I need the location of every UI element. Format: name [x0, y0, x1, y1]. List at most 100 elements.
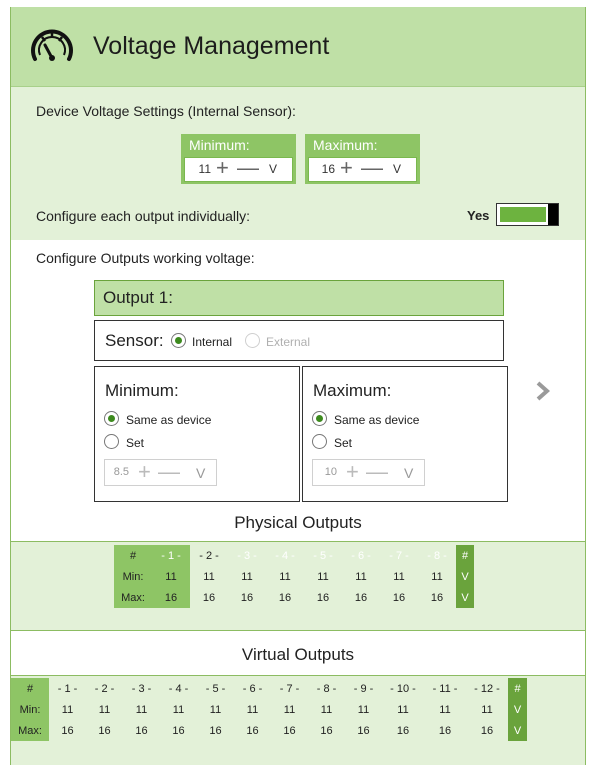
output-maximum-stepper[interactable]: 10 + — V: [312, 459, 425, 486]
virtual-header-3[interactable]: - 3 -: [123, 678, 160, 699]
physical-header-2[interactable]: - 2 -: [190, 545, 228, 566]
virtual-max-2[interactable]: 16: [86, 720, 123, 741]
virtual-header-11[interactable]: - 11 -: [424, 678, 466, 699]
virtual-header-5[interactable]: - 5 -: [197, 678, 234, 699]
physical-header-4[interactable]: - 4 -: [266, 545, 304, 566]
physical-min-2[interactable]: 11: [190, 566, 228, 587]
output-maximum-minus-button[interactable]: —: [366, 459, 388, 485]
output-minimum-same-label[interactable]: Same as device: [126, 413, 211, 427]
physical-max-8[interactable]: 16: [418, 587, 456, 608]
output-maximum-box: Maximum: Same as device Set 10 + — V: [302, 366, 508, 502]
physical-min-1[interactable]: 11: [152, 566, 190, 587]
virtual-header-4[interactable]: - 4 -: [160, 678, 197, 699]
virtual-max-10[interactable]: 16: [382, 720, 424, 741]
physical-min-3[interactable]: 11: [228, 566, 266, 587]
output-minimum-stepper[interactable]: 8.5 + — V: [104, 459, 217, 486]
virtual-min-6[interactable]: 11: [234, 699, 271, 720]
virtual-header-6[interactable]: - 6 -: [234, 678, 271, 699]
virtual-min-1[interactable]: 11: [49, 699, 86, 720]
physical-min-7[interactable]: 11: [380, 566, 418, 587]
device-minimum-field[interactable]: 11 + — V: [184, 155, 293, 182]
virtual-min-4[interactable]: 11: [160, 699, 197, 720]
virtual-min-12[interactable]: 11: [466, 699, 508, 720]
physical-max-2[interactable]: 16: [190, 587, 228, 608]
virtual-max-8[interactable]: 16: [308, 720, 345, 741]
virtual-min-11[interactable]: 11: [424, 699, 466, 720]
next-output-chevron-icon[interactable]: [536, 381, 551, 406]
output-maximum-same-label[interactable]: Same as device: [334, 413, 419, 427]
physical-min-8[interactable]: 11: [418, 566, 456, 587]
output-maximum-value[interactable]: 10: [319, 466, 337, 478]
device-maximum-field[interactable]: 16 + — V: [308, 155, 417, 182]
output-maximum-plus-button[interactable]: +: [346, 459, 359, 485]
physical-header-1[interactable]: - 1 -: [152, 545, 190, 566]
virtual-min-5[interactable]: 11: [197, 699, 234, 720]
output-minimum-plus-button[interactable]: +: [138, 459, 151, 485]
device-minimum-value[interactable]: 11: [193, 162, 211, 176]
device-maximum-value[interactable]: 16: [317, 162, 335, 176]
physical-max-1[interactable]: 16: [152, 587, 190, 608]
virtual-min-8[interactable]: 11: [308, 699, 345, 720]
output-minimum-minus-button[interactable]: —: [158, 459, 180, 485]
virtual-header-2[interactable]: - 2 -: [86, 678, 123, 699]
output-minimum-same-radio[interactable]: [104, 411, 119, 426]
virtual-max-12[interactable]: 16: [466, 720, 508, 741]
virtual-outputs-table-area: # - 1 - - 2 - - 3 - - 4 - - 5 - - 6 - - …: [11, 675, 585, 765]
virtual-min-3[interactable]: 11: [123, 699, 160, 720]
virtual-header-10[interactable]: - 10 -: [382, 678, 424, 699]
device-maximum-plus-button[interactable]: +: [340, 155, 353, 181]
physical-max-7[interactable]: 16: [380, 587, 418, 608]
virtual-max-3[interactable]: 16: [123, 720, 160, 741]
physical-min-4[interactable]: 11: [266, 566, 304, 587]
physical-header-6[interactable]: - 6 -: [342, 545, 380, 566]
virtual-min-unit: V: [508, 699, 527, 720]
physical-header-7[interactable]: - 7 -: [380, 545, 418, 566]
virtual-header-8[interactable]: - 8 -: [308, 678, 345, 699]
physical-header-3[interactable]: - 3 -: [228, 545, 266, 566]
physical-header-8[interactable]: - 8 -: [418, 545, 456, 566]
output-maximum-set-radio[interactable]: [312, 434, 327, 449]
device-minimum-plus-button[interactable]: +: [216, 155, 229, 181]
virtual-min-9[interactable]: 11: [345, 699, 382, 720]
virtual-min-10[interactable]: 11: [382, 699, 424, 720]
toggle-knob[interactable]: [548, 204, 558, 225]
physical-header-5[interactable]: - 5 -: [304, 545, 342, 566]
sensor-internal-radio[interactable]: [171, 333, 186, 348]
virtual-min-2[interactable]: 11: [86, 699, 123, 720]
virtual-max-11[interactable]: 16: [424, 720, 466, 741]
physical-min-5[interactable]: 11: [304, 566, 342, 587]
virtual-max-5[interactable]: 16: [197, 720, 234, 741]
physical-max-6[interactable]: 16: [342, 587, 380, 608]
output-minimum-set-label[interactable]: Set: [126, 436, 144, 450]
virtual-max-4[interactable]: 16: [160, 720, 197, 741]
sensor-internal-label[interactable]: Internal: [192, 335, 232, 349]
physical-max-5[interactable]: 16: [304, 587, 342, 608]
virtual-max-row: Max: 16 16 16 16 16 16 16 16 16 16 16 16…: [11, 720, 527, 741]
sensor-external-radio[interactable]: [245, 333, 260, 348]
virtual-header-12[interactable]: - 12 -: [466, 678, 508, 699]
physical-max-4[interactable]: 16: [266, 587, 304, 608]
physical-min-6[interactable]: 11: [342, 566, 380, 587]
sensor-external-label[interactable]: External: [266, 335, 310, 349]
virtual-max-unit: V: [508, 720, 527, 741]
output-minimum-value[interactable]: 8.5: [111, 466, 129, 478]
virtual-header-9[interactable]: - 9 -: [345, 678, 382, 699]
device-maximum-minus-button[interactable]: —: [361, 155, 383, 181]
output-maximum-set-label[interactable]: Set: [334, 436, 352, 450]
virtual-header-1[interactable]: - 1 -: [49, 678, 86, 699]
configure-individually-toggle[interactable]: [496, 203, 559, 226]
virtual-header-7[interactable]: - 7 -: [271, 678, 308, 699]
virtual-max-6[interactable]: 16: [234, 720, 271, 741]
physical-max-3[interactable]: 16: [228, 587, 266, 608]
virtual-min-7[interactable]: 11: [271, 699, 308, 720]
current-output-label: Output 1:: [103, 288, 173, 307]
virtual-max-1[interactable]: 16: [49, 720, 86, 741]
device-minimum-minus-button[interactable]: —: [237, 155, 259, 181]
output-maximum-same-radio[interactable]: [312, 411, 327, 426]
virtual-max-7[interactable]: 16: [271, 720, 308, 741]
virtual-corner-cell: #: [11, 678, 49, 699]
panel-header: Voltage Management: [11, 7, 585, 87]
output-maximum-heading: Maximum:: [313, 381, 392, 400]
output-minimum-set-radio[interactable]: [104, 434, 119, 449]
virtual-max-9[interactable]: 16: [345, 720, 382, 741]
